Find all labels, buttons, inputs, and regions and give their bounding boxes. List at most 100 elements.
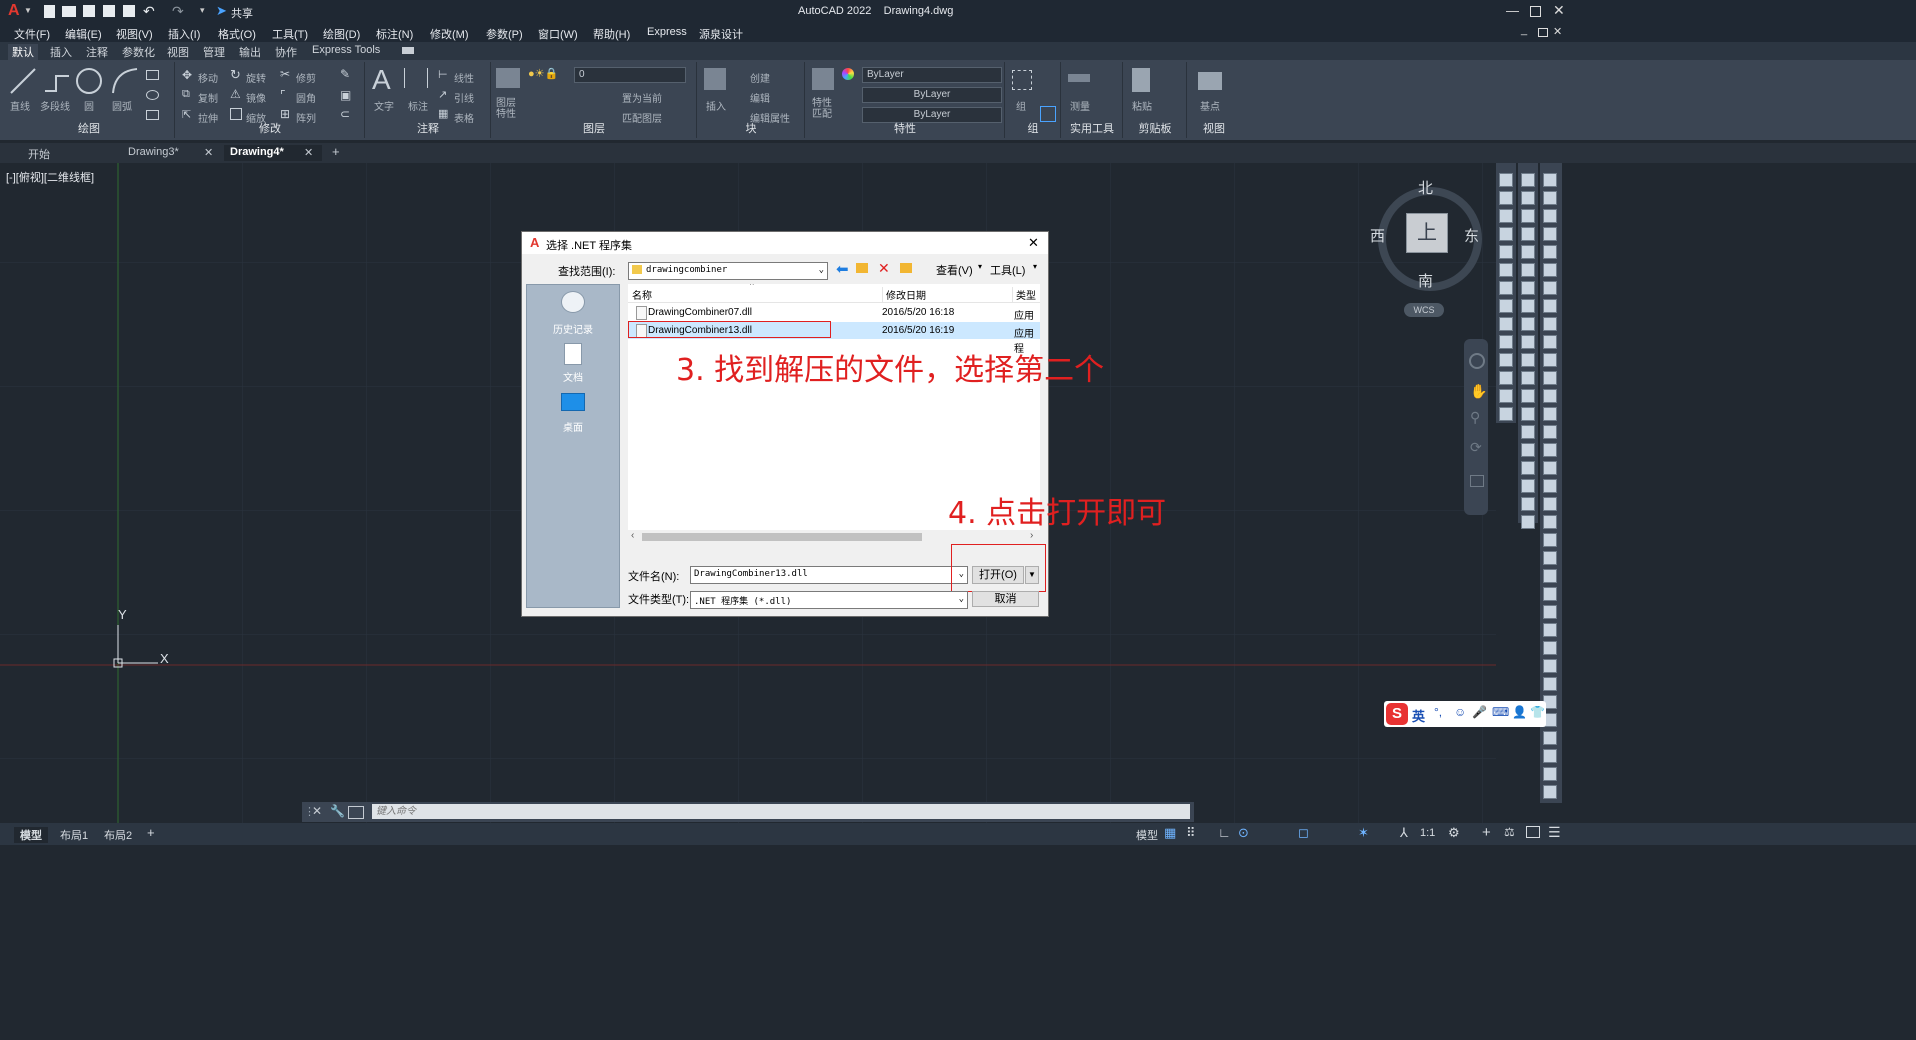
text-icon[interactable]: A [372, 64, 391, 96]
compass-north[interactable]: 北 [1418, 177, 1433, 198]
toolbar-tool-icon[interactable] [1499, 191, 1513, 205]
doc-minimize-icon[interactable]: _ [1521, 24, 1527, 36]
menu-draw[interactable]: 绘图(D) [323, 26, 360, 42]
viewcube-face[interactable]: 上 [1406, 213, 1448, 253]
menu-dimension[interactable]: 标注(N) [376, 26, 413, 42]
place-desktop[interactable]: 桌面 [527, 391, 619, 435]
layer-state-icons[interactable]: ●☀🔒 [528, 67, 558, 80]
horizontal-scrollbar[interactable]: ‹ › [628, 530, 1040, 544]
toolbar-tool-icon[interactable] [1543, 659, 1557, 673]
new-file-icon[interactable] [44, 5, 55, 18]
toolbar-tool-icon[interactable] [1521, 443, 1535, 457]
keyboard-icon[interactable]: ⌨ [1492, 705, 1509, 719]
rectangle-icon[interactable] [146, 70, 159, 80]
toolbar-tool-icon[interactable] [1521, 407, 1535, 421]
base-view-icon[interactable] [1198, 72, 1222, 90]
rotate-icon[interactable]: ↻ [230, 67, 241, 83]
compass-east[interactable]: 东 [1464, 225, 1479, 246]
emoji-icon[interactable]: ☺ [1454, 705, 1466, 719]
toolbar-tool-icon[interactable] [1499, 389, 1513, 403]
tab-express-tools[interactable]: Express Tools [308, 44, 384, 56]
scroll-left-icon[interactable]: ‹ [631, 530, 634, 541]
redo-icon[interactable]: ↷ [172, 3, 184, 20]
zoom-extents-icon[interactable]: ⚲ [1470, 409, 1480, 426]
color-wheel-icon[interactable] [842, 68, 854, 80]
toolbar-tool-icon[interactable] [1521, 209, 1535, 223]
rotate-label[interactable]: 旋转 [246, 70, 266, 85]
cancel-button[interactable]: 取消 [972, 591, 1039, 607]
toolbar-tool-icon[interactable] [1543, 335, 1557, 349]
panel-utilities-title[interactable]: 实用工具 [1062, 120, 1122, 136]
toolbar-tool-icon[interactable] [1521, 263, 1535, 277]
toolbar-tool-icon[interactable] [1543, 245, 1557, 259]
save-icon[interactable] [83, 5, 95, 17]
toolbar-tool-icon[interactable] [1543, 731, 1557, 745]
offset-icon[interactable]: ⊂ [340, 107, 350, 121]
toolbar-tool-icon[interactable] [1521, 497, 1535, 511]
panel-draw-title[interactable]: 绘图 [4, 120, 174, 136]
measure-icon[interactable] [1068, 74, 1090, 82]
plus-icon[interactable]: + [1482, 824, 1491, 841]
fillet-label[interactable]: 圆角 [296, 90, 316, 105]
panel-properties-title[interactable]: 特性 [806, 120, 1004, 136]
toolbar-tool-icon[interactable] [1543, 587, 1557, 601]
move-icon[interactable]: ✥ [182, 68, 192, 82]
toolbar-tool-icon[interactable] [1521, 245, 1535, 259]
toolbar-tool-icon[interactable] [1521, 371, 1535, 385]
toolbar-tool-icon[interactable] [1499, 173, 1513, 187]
leader-label[interactable]: 引线 [454, 90, 474, 105]
toolbar-tool-icon[interactable] [1543, 299, 1557, 313]
toolbar-tool-icon[interactable] [1521, 191, 1535, 205]
compass-west[interactable]: 西 [1370, 225, 1385, 246]
command-input[interactable] [372, 804, 1190, 819]
menu-modify[interactable]: 修改(M) [430, 26, 469, 42]
wcs-menu[interactable]: WCS [1404, 303, 1444, 317]
match-properties-icon[interactable] [812, 68, 834, 90]
trim-label[interactable]: 修剪 [296, 70, 316, 85]
column-name[interactable]: 名称 [632, 287, 652, 302]
column-type[interactable]: 类型 [1012, 287, 1036, 302]
tab-insert[interactable]: 插入 [46, 44, 76, 60]
copy-label[interactable]: 复制 [198, 90, 218, 105]
toolbar-tool-icon[interactable] [1543, 263, 1557, 277]
showmotion-icon[interactable] [1470, 475, 1484, 487]
share-icon[interactable]: ➤ [216, 3, 227, 19]
toolbar-tool-icon[interactable] [1521, 353, 1535, 367]
toolbar-tool-icon[interactable] [1521, 335, 1535, 349]
toolbar-tool-icon[interactable] [1543, 461, 1557, 475]
toolbar-tool-icon[interactable] [1543, 371, 1557, 385]
toolbar-tool-icon[interactable] [1521, 461, 1535, 475]
toolbar-tool-icon[interactable] [1543, 389, 1557, 403]
insert-block-icon[interactable] [704, 68, 726, 90]
new-folder-icon[interactable] [900, 263, 912, 273]
toolbar-tool-icon[interactable] [1543, 677, 1557, 691]
linetype-dropdown[interactable]: ByLayer [862, 87, 1002, 103]
app-menu-chevron-icon[interactable]: ▼ [24, 6, 32, 15]
snap-icon[interactable]: ⠿ [1186, 825, 1196, 841]
copy-icon[interactable]: ⧉ [182, 88, 190, 101]
toolbar-tool-icon[interactable] [1543, 407, 1557, 421]
delete-icon[interactable]: ✕ [878, 260, 890, 277]
command-customize-icon[interactable]: 🔧 [330, 804, 345, 818]
toolbar-tool-icon[interactable] [1499, 317, 1513, 331]
customize-qat-icon[interactable]: ▾ [200, 5, 205, 16]
toolbar-tool-icon[interactable] [1499, 209, 1513, 223]
punctuation-icon[interactable]: °, [1434, 705, 1442, 719]
hatch-icon[interactable] [146, 90, 159, 100]
command-recent-icon[interactable] [348, 806, 364, 819]
workspace-gear-icon[interactable]: ⚙ [1448, 825, 1460, 841]
toolbar-tool-icon[interactable] [1543, 317, 1557, 331]
dialog-close-icon[interactable]: ✕ [1028, 235, 1039, 251]
panel-view-title[interactable]: 视图 [1188, 120, 1240, 136]
tab-manage[interactable]: 管理 [199, 44, 229, 60]
panel-modify-title[interactable]: 修改 [176, 120, 364, 136]
toolbar-tool-icon[interactable] [1543, 515, 1557, 529]
model-space-toggle[interactable]: 模型 [1136, 827, 1158, 843]
toolbar-tool-icon[interactable] [1499, 281, 1513, 295]
menu-window[interactable]: 窗口(W) [538, 26, 578, 42]
toolbar-tool-icon[interactable] [1543, 173, 1557, 187]
annotation-visibility-icon[interactable]: ✶ [1358, 825, 1369, 841]
toolbar-tool-icon[interactable] [1521, 425, 1535, 439]
erase-icon[interactable]: ✎ [340, 67, 350, 81]
file-row[interactable]: DrawingCombiner07.dll 2016/5/20 16:18 应用… [628, 304, 1040, 337]
